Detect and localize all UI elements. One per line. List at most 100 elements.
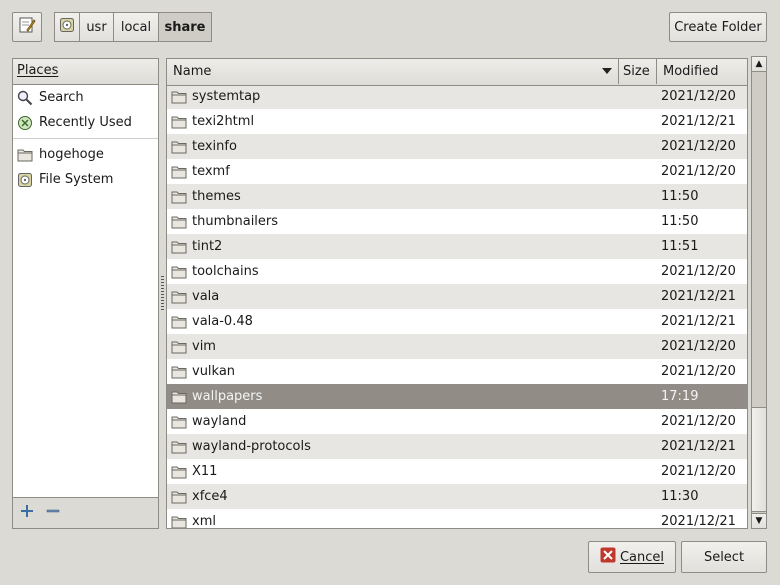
folder-icon [171, 140, 187, 154]
file-row[interactable]: vulkan 2021/12/20 [167, 359, 747, 384]
plus-icon[interactable] [19, 503, 35, 523]
search-icon [17, 90, 33, 106]
path-segment-share[interactable]: share [158, 12, 212, 42]
file-name: vala-0.48 [192, 314, 253, 329]
vertical-scrollbar[interactable]: ▲ ▼ [751, 56, 767, 529]
path-segment-local[interactable]: local [113, 12, 159, 42]
file-name: tint2 [192, 239, 223, 254]
file-row[interactable]: vim 2021/12/20 [167, 334, 747, 359]
file-name: texmf [192, 164, 230, 179]
place-label: File System [39, 172, 114, 187]
path-segment-label: local [120, 19, 152, 35]
scroll-down-arrow-icon[interactable]: ▼ [752, 513, 766, 528]
file-row[interactable]: xml 2021/12/21 [167, 509, 747, 529]
file-modified-cell: 2021/12/21 [661, 514, 736, 529]
minus-icon[interactable] [45, 503, 61, 523]
file-row[interactable]: tint2 11:51 [167, 234, 747, 259]
file-name: wayland-protocols [192, 439, 311, 454]
path-segment-usr[interactable]: usr [79, 12, 114, 42]
file-name-cell: wayland-protocols [167, 439, 619, 454]
column-header-modified[interactable]: Modified [657, 59, 747, 84]
file-name: wayland [192, 414, 247, 429]
file-modified-cell: 2021/12/20 [661, 139, 736, 154]
file-row[interactable]: xfce4 11:30 [167, 484, 747, 509]
file-name-cell: thumbnailers [167, 214, 619, 229]
folder-icon [171, 515, 187, 528]
file-name: systemtap [192, 89, 261, 104]
file-row[interactable]: X11 2021/12/20 [167, 459, 747, 484]
file-name-cell: wallpapers [167, 389, 619, 404]
file-name: texi2html [192, 114, 255, 129]
file-name-cell: themes [167, 189, 619, 204]
place-label: Recently Used [39, 115, 132, 130]
file-row[interactable]: toolchains 2021/12/20 [167, 259, 747, 284]
place-recently-used[interactable]: Recently Used [13, 110, 158, 135]
file-modified-cell: 2021/12/20 [661, 89, 736, 104]
pane-resize-handle[interactable] [161, 276, 164, 310]
sort-down-icon [602, 64, 612, 79]
column-header-name[interactable]: Name [167, 59, 619, 84]
folder-icon [171, 415, 187, 429]
file-row[interactable]: wayland-protocols 2021/12/21 [167, 434, 747, 459]
filesystem-icon [59, 17, 75, 37]
file-name: thumbnailers [192, 214, 279, 229]
edit-location-button[interactable] [12, 12, 42, 42]
scrollbar-thumb[interactable] [752, 407, 766, 512]
select-button[interactable]: Select [681, 541, 767, 573]
file-row[interactable]: texmf 2021/12/20 [167, 159, 747, 184]
file-name-cell: systemtap [167, 89, 619, 104]
places-header[interactable]: Places [13, 59, 158, 85]
folder-icon [171, 165, 187, 179]
column-header-label: Name [173, 64, 212, 79]
place-search[interactable]: Search [13, 85, 158, 110]
places-toolbar [13, 497, 158, 528]
file-list: Name Size Modified systemtap 2021/12/20 te… [166, 58, 748, 529]
file-name-cell: tint2 [167, 239, 619, 254]
recent-icon [17, 115, 33, 131]
file-row[interactable]: themes 11:50 [167, 184, 747, 209]
column-header-label: Modified [663, 64, 719, 79]
file-list-header: Name Size Modified [167, 59, 747, 86]
create-folder-label: Create Folder [674, 19, 762, 35]
file-name-cell: vala [167, 289, 619, 304]
file-row[interactable]: wallpapers 17:19 [167, 384, 747, 409]
file-modified-cell: 11:50 [661, 214, 699, 229]
file-name-cell: X11 [167, 464, 619, 479]
file-row[interactable]: vala 2021/12/21 [167, 284, 747, 309]
folder-icon [171, 190, 187, 204]
file-row[interactable]: thumbnailers 11:50 [167, 209, 747, 234]
file-row[interactable]: texi2html 2021/12/21 [167, 109, 747, 134]
file-name: vim [192, 339, 216, 354]
file-modified-cell: 2021/12/20 [661, 264, 736, 279]
file-name-cell: texi2html [167, 114, 619, 129]
place-label: Search [39, 90, 84, 105]
column-header-size[interactable]: Size [619, 59, 657, 84]
file-modified-cell: 2021/12/21 [661, 114, 736, 129]
create-folder-button[interactable]: Create Folder [669, 12, 767, 42]
places-separator [13, 138, 158, 139]
file-row[interactable]: vala-0.48 2021/12/21 [167, 309, 747, 334]
folder-icon [171, 90, 187, 104]
folder-icon [171, 465, 187, 479]
path-segment-root[interactable] [54, 12, 80, 42]
cancel-button[interactable]: Cancel [588, 541, 676, 573]
place-label: hogehoge [39, 147, 104, 162]
file-modified-cell: 2021/12/20 [661, 414, 736, 429]
file-row[interactable]: wayland 2021/12/20 [167, 409, 747, 434]
folder-icon [171, 290, 187, 304]
place-file-system[interactable]: File System [13, 167, 158, 192]
place-hogehoge[interactable]: hogehoge [13, 142, 158, 167]
file-row[interactable]: systemtap 2021/12/20 [167, 84, 747, 109]
folder-icon [171, 265, 187, 279]
folder-icon [171, 115, 187, 129]
file-modified-cell: 2021/12/21 [661, 314, 736, 329]
scroll-up-arrow-icon[interactable]: ▲ [752, 57, 766, 72]
file-name-cell: xml [167, 514, 619, 529]
column-header-label: Size [623, 64, 650, 79]
file-modified-cell: 2021/12/20 [661, 339, 736, 354]
file-name-cell: vala-0.48 [167, 314, 619, 329]
file-row[interactable]: texinfo 2021/12/20 [167, 134, 747, 159]
file-modified-cell: 11:51 [661, 239, 699, 254]
file-name: xml [192, 514, 216, 529]
file-modified-cell: 11:30 [661, 489, 699, 504]
